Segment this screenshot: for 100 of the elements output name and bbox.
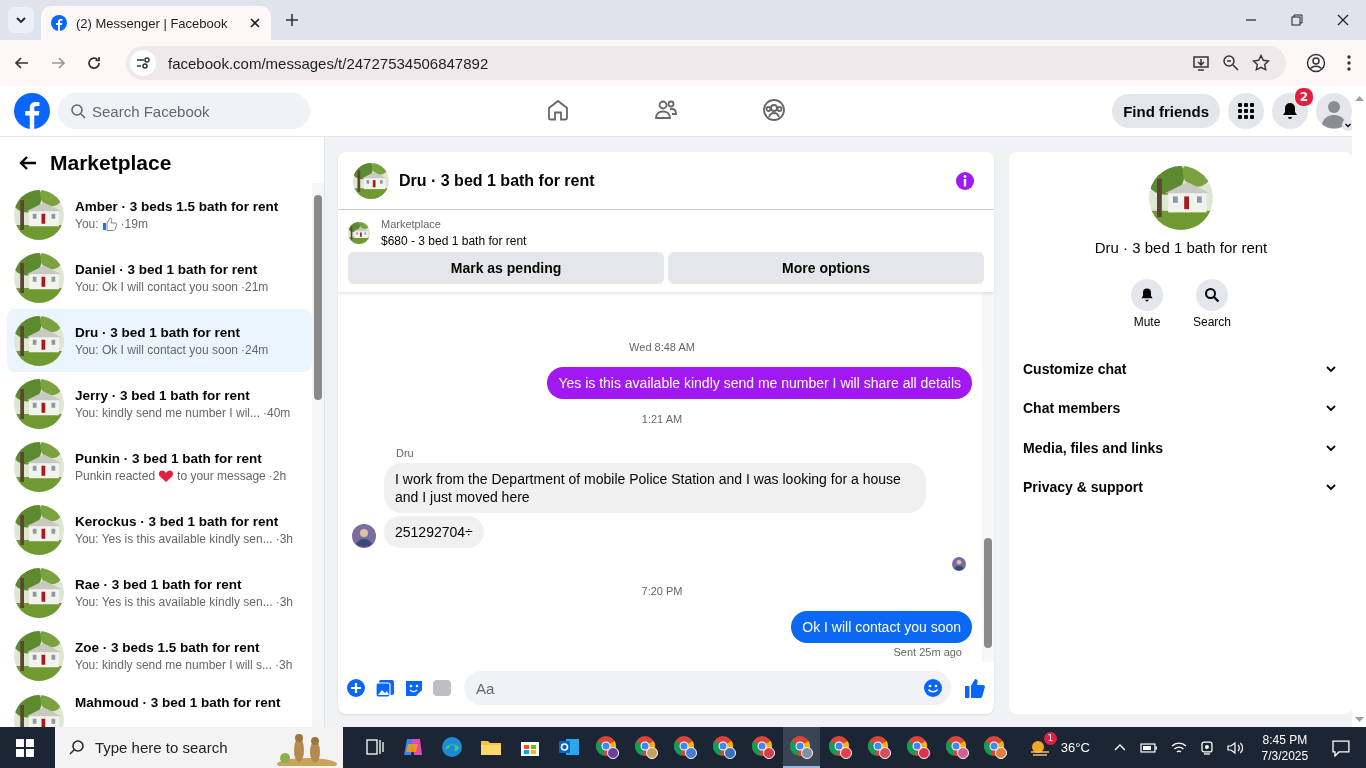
chrome-icon <box>711 734 736 759</box>
section-header[interactable]: Customize chat <box>1017 349 1345 389</box>
search-icon <box>1204 287 1220 303</box>
taskbar-search-field[interactable]: Type here to search <box>54 727 344 768</box>
message-bubble: 251292704÷ <box>384 516 484 548</box>
scrollbar[interactable] <box>982 292 994 662</box>
search-icon <box>68 739 85 755</box>
task-view-icon <box>364 736 385 757</box>
message-field[interactable]: Aa <box>464 671 951 705</box>
clock[interactable]: 8:45 PM 7/3/2025 <box>1261 731 1309 764</box>
message-bubble: Yes is this available kindly send me number I will share all details <box>547 367 972 399</box>
chrome-icon <box>828 734 853 759</box>
group-icon <box>762 97 786 122</box>
timestamp: 1:21 AM <box>641 413 683 425</box>
browser-tab[interactable]: (2) Messenger | Facebook <box>41 6 271 40</box>
menu-icon[interactable] <box>1346 54 1352 72</box>
volume-icon[interactable] <box>1226 740 1245 755</box>
scroll-down-icon[interactable] <box>1354 717 1364 723</box>
notification-badge: 2 <box>1294 87 1314 107</box>
seen-avatar-icon <box>952 557 966 571</box>
chrome-icon <box>673 734 698 759</box>
emoji-icon[interactable] <box>923 678 943 698</box>
sender-name: Dru <box>396 447 415 459</box>
bell-icon <box>1280 101 1300 121</box>
edge-icon <box>441 735 464 758</box>
caret-icon <box>15 14 27 26</box>
conversation-item[interactable]: Dru · 3 bed 1 bath for rent You: Ok I will contact you soon ·24m <box>7 309 312 372</box>
conversation-item[interactable]: Jerry · 3 bed 1 bath for rent You: kindly send me number I wil... ·40m <box>7 372 312 435</box>
timestamp: Wed 8:48 AM <box>629 341 695 353</box>
facebook-icon <box>51 15 67 31</box>
chrome-icon <box>750 734 775 759</box>
find-friends-button[interactable]: Find friends <box>1112 94 1220 128</box>
conversation-item[interactable]: Daniel · 3 bed 1 bath for rent You: Ok I will contact you soon ·21m <box>7 246 312 309</box>
conversation-item[interactable]: Rae · 3 bed 1 bath for rent You: Yes is this available kindly sen... ·3h <box>7 561 312 624</box>
action-label: Search <box>1193 315 1231 329</box>
address-bar[interactable]: facebook.com/messages/t/24727534506847892 <box>126 46 1286 80</box>
close-icon[interactable] <box>1337 14 1349 26</box>
message-bubble: I work from the Department of mobile Police Station and I was looking for a house and I just moved here <box>384 463 926 513</box>
section-header[interactable]: Chat members <box>1017 388 1345 428</box>
new-tab-icon[interactable] <box>285 13 299 27</box>
chrome-icon <box>634 734 659 759</box>
site-settings-icon[interactable] <box>130 50 156 76</box>
temperature[interactable]: 36°C <box>1060 740 1090 755</box>
info-icon[interactable] <box>955 170 975 191</box>
mark-pending-button[interactable]: Mark as pending <box>348 252 664 284</box>
facebook-logo-icon[interactable] <box>14 93 50 129</box>
search-field[interactable]: Search Facebook <box>58 93 310 129</box>
camera-icon[interactable] <box>1199 739 1214 756</box>
zoom-icon[interactable] <box>1222 54 1240 72</box>
forward-icon[interactable] <box>50 55 66 71</box>
restore-icon[interactable] <box>1291 14 1303 26</box>
message-status: Sent 25m ago <box>893 646 962 658</box>
conversation-item[interactable]: Amber · 3 beds 1.5 bath for rent You: ·19m <box>7 183 312 246</box>
start-icon[interactable] <box>16 738 34 757</box>
chrome-icon <box>595 734 620 759</box>
scroll-up-icon[interactable] <box>1354 95 1364 101</box>
mute-button[interactable] <box>1131 279 1163 311</box>
profile-icon[interactable] <box>1306 53 1326 73</box>
home-icon <box>546 97 570 122</box>
notification-badge: 1 <box>1043 731 1057 745</box>
conversation-item[interactable]: Zoe · 3 beds 1.5 bath for rent You: kindly send me number I will s... ·3h <box>7 624 312 687</box>
message-bubble: Ok I will contact you soon <box>791 611 972 643</box>
chrome-icon <box>867 734 892 759</box>
chrome-icon <box>944 734 969 759</box>
heart-icon <box>158 468 175 483</box>
reload-icon[interactable] <box>86 55 102 71</box>
notifications-button[interactable] <box>1272 93 1308 129</box>
notifications-icon[interactable] <box>1331 738 1352 757</box>
bell-icon <box>1139 287 1155 303</box>
section-header[interactable]: Media, files and links <box>1017 428 1345 468</box>
chat-title: Dru · 3 bed 1 bath for rent <box>399 171 595 190</box>
more-options-button[interactable]: More options <box>668 252 984 284</box>
tab-search-button[interactable] <box>8 7 34 33</box>
thumbs-up-icon[interactable] <box>964 677 986 699</box>
chrome-icon <box>905 734 930 759</box>
grid-icon <box>1237 102 1255 120</box>
search-button[interactable] <box>1196 279 1228 311</box>
back-icon[interactable] <box>14 55 30 71</box>
search-icon <box>70 103 86 119</box>
conversation-item[interactable]: Punkin · 3 bed 1 bath for rent Punkin reacted to your message ·2h <box>7 435 312 498</box>
chrome-icon <box>983 734 1008 759</box>
sidebar-title: Marketplace <box>50 151 172 175</box>
listing-title[interactable]: $680 - 3 bed 1 bath for rent <box>381 234 527 248</box>
conversation-item[interactable]: Kerockus · 3 bed 1 bath for rent You: Yes is this available kindly sen... ·3h <box>7 498 312 561</box>
scrollbar[interactable] <box>312 183 324 727</box>
listing-label: Marketplace <box>381 218 442 230</box>
install-icon[interactable] <box>1192 54 1210 72</box>
image-icon[interactable] <box>375 678 395 698</box>
section-header[interactable]: Privacy & support <box>1017 467 1345 507</box>
star-icon[interactable] <box>1252 54 1270 72</box>
sticker-icon[interactable] <box>404 678 424 698</box>
action-label: Mute <box>1133 315 1161 329</box>
close-icon[interactable] <box>249 17 261 29</box>
wifi-icon[interactable] <box>1170 740 1187 755</box>
battery-icon[interactable] <box>1139 740 1158 755</box>
timestamp: 7:20 PM <box>641 585 683 597</box>
chrome-app-button[interactable] <box>783 727 820 768</box>
plus-icon[interactable] <box>346 678 366 698</box>
thumbs-up-icon <box>101 216 118 231</box>
menu-button[interactable] <box>1228 93 1264 129</box>
